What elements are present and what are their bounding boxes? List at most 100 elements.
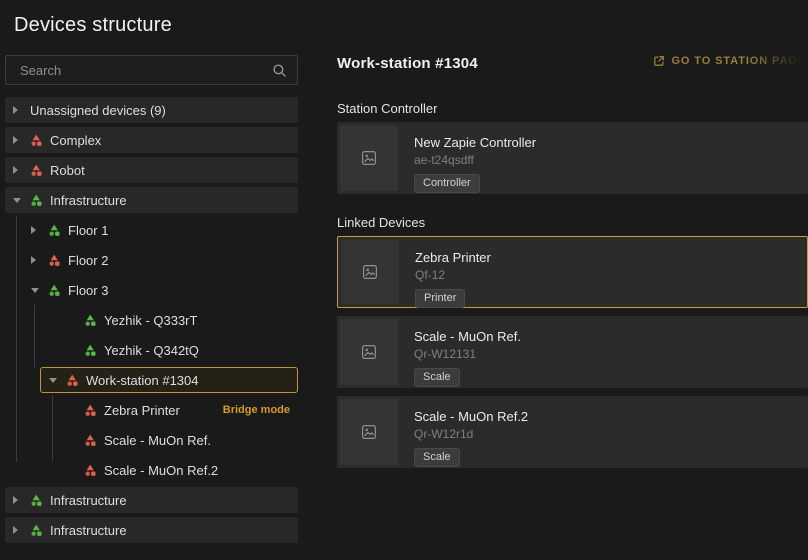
tree-item-infrastructure[interactable]: Infrastructure xyxy=(5,487,298,513)
chevron-down-icon[interactable] xyxy=(13,198,21,203)
tree-item-work-station-1304[interactable]: Work-station #1304 xyxy=(40,367,298,393)
device-type-badge: Scale xyxy=(414,368,460,387)
device-subtitle: Qr-W12131 xyxy=(414,347,476,361)
device-title: Scale - MuOn Ref. xyxy=(414,329,521,344)
detail-sections: Station ControllerNew Zapie Controllerae… xyxy=(337,101,808,468)
tree-item-robot[interactable]: Robot xyxy=(5,157,298,183)
chevron-right-icon[interactable] xyxy=(13,526,18,534)
device-cluster-icon xyxy=(48,284,61,297)
device-tree-panel: Unassigned devices (9) Complex Robot Infras… xyxy=(0,0,305,560)
chevron-right-icon[interactable] xyxy=(13,496,18,504)
chevron-right-icon[interactable] xyxy=(13,136,18,144)
chevron-down-icon[interactable] xyxy=(31,288,39,293)
chevron-right-icon[interactable] xyxy=(13,526,30,534)
tree-item-floor-1[interactable]: Floor 1 xyxy=(5,217,298,243)
search-input[interactable] xyxy=(20,63,272,78)
devices-structure-page: Devices structure Unassigned devices (9)… xyxy=(0,0,808,560)
image-placeholder-icon xyxy=(361,150,377,166)
tree-item-scale-muon-ref[interactable]: Scale - MuOn Ref. xyxy=(5,427,298,453)
device-cluster-icon xyxy=(30,134,43,147)
tree-item-zebra-printer[interactable]: Zebra PrinterBridge mode xyxy=(5,397,298,423)
chevron-right-icon[interactable] xyxy=(13,496,30,504)
station-detail-panel: Work-station #1304 GO TO STATION PAGE St… xyxy=(337,0,808,560)
device-subtitle: ae-t24qsdff xyxy=(414,153,474,167)
tree-item-label: Complex xyxy=(50,133,101,148)
device-thumbnail xyxy=(341,240,399,304)
tree-item-infrastructure[interactable]: Infrastructure xyxy=(5,517,298,543)
tree-item-label: Scale - MuOn Ref. xyxy=(104,433,211,448)
tree-item-label: Floor 2 xyxy=(68,253,108,268)
device-thumbnail xyxy=(340,399,398,465)
device-card-info: Zebra PrinterQf-12Printer xyxy=(399,240,491,304)
tree-item-infrastructure[interactable]: Infrastructure xyxy=(5,187,298,213)
device-card-info: New Zapie Controller ae-t24qsdff Controlle… xyxy=(398,125,536,191)
tree-item-label: Infrastructure xyxy=(50,193,127,208)
image-placeholder-icon xyxy=(361,344,377,360)
tree-item-label: Yezhik - Q333rT xyxy=(104,313,197,328)
card-list: Zebra PrinterQf-12Printer Scale - MuOn Re… xyxy=(337,236,808,468)
tree-item-label: Yezhik - Q342tQ xyxy=(104,343,199,358)
device-cluster-icon xyxy=(84,464,97,477)
tree-item-yezhik-q333rt[interactable]: Yezhik - Q333rT xyxy=(5,307,298,333)
image-placeholder-icon xyxy=(361,424,377,440)
search-box[interactable] xyxy=(5,55,298,85)
device-thumbnail xyxy=(340,319,398,385)
chevron-right-icon[interactable] xyxy=(13,106,18,114)
chevron-right-icon[interactable] xyxy=(31,256,48,264)
chevron-down-icon[interactable] xyxy=(13,198,30,203)
section-label-linked-devices: Linked Devices xyxy=(337,215,808,230)
tree-item-floor-2[interactable]: Floor 2 xyxy=(5,247,298,273)
device-tree: Unassigned devices (9) Complex Robot Infras… xyxy=(5,97,298,547)
external-link-icon xyxy=(653,55,665,67)
device-cluster-icon xyxy=(66,374,79,387)
device-type-badge: Controller xyxy=(414,174,480,193)
tree-item-scale-muon-ref-2[interactable]: Scale - MuOn Ref.2 xyxy=(5,457,298,483)
chevron-right-icon[interactable] xyxy=(13,166,18,174)
chevron-down-icon[interactable] xyxy=(49,378,66,383)
tree-item-label: Infrastructure xyxy=(50,493,127,508)
chevron-right-icon[interactable] xyxy=(31,226,48,234)
chevron-right-icon[interactable] xyxy=(31,256,36,264)
device-type-badge: Scale xyxy=(414,448,460,467)
image-placeholder-icon xyxy=(362,264,378,280)
card-list: New Zapie Controller ae-t24qsdff Controlle… xyxy=(337,122,808,194)
search-icon[interactable] xyxy=(272,63,287,78)
device-cluster-icon xyxy=(30,524,43,537)
tree-guide-line xyxy=(16,216,17,462)
chevron-down-icon[interactable] xyxy=(31,288,48,293)
tree-item-label: Robot xyxy=(50,163,85,178)
tree-item-unassigned-devices-9[interactable]: Unassigned devices (9) xyxy=(5,97,298,123)
device-cluster-icon xyxy=(30,164,43,177)
chevron-down-icon[interactable] xyxy=(49,378,57,383)
tree-item-floor-3[interactable]: Floor 3 xyxy=(5,277,298,303)
tree-item-label: Infrastructure xyxy=(50,523,127,538)
device-title: Zebra Printer xyxy=(415,250,491,265)
device-card-new-zapie-controller[interactable]: New Zapie Controller ae-t24qsdff Controlle… xyxy=(337,122,808,194)
tree-item-label: Work-station #1304 xyxy=(86,373,199,388)
tree-item-label: Scale - MuOn Ref.2 xyxy=(104,463,218,478)
detail-header: Work-station #1304 GO TO STATION PAGE xyxy=(337,55,808,72)
device-cluster-icon xyxy=(84,314,97,327)
device-title: New Zapie Controller xyxy=(414,135,536,150)
tree-item-yezhik-q342tq[interactable]: Yezhik - Q342tQ xyxy=(5,337,298,363)
go-to-station-link[interactable]: GO TO STATION PAGE xyxy=(653,55,808,67)
device-card-scale-muon-ref[interactable]: Scale - MuOn Ref. Qr-W12131 Scale xyxy=(337,316,808,388)
device-cluster-icon xyxy=(30,194,43,207)
device-subtitle: Qr-W12r1d xyxy=(414,427,473,441)
device-thumbnail xyxy=(340,125,398,191)
bridge-mode-tag: Bridge mode xyxy=(223,404,298,416)
chevron-right-icon[interactable] xyxy=(13,106,30,114)
device-cluster-icon xyxy=(48,224,61,237)
chevron-right-icon[interactable] xyxy=(31,226,36,234)
device-type-badge: Printer xyxy=(415,289,465,308)
tree-item-label: Floor 1 xyxy=(68,223,108,238)
station-title: Work-station #1304 xyxy=(337,55,478,72)
device-card-zebra-printer[interactable]: Zebra PrinterQf-12Printer xyxy=(337,236,808,308)
device-card-scale-muon-ref-2[interactable]: Scale - MuOn Ref.2Qr-W12r1dScale xyxy=(337,396,808,468)
tree-item-complex[interactable]: Complex xyxy=(5,127,298,153)
chevron-right-icon[interactable] xyxy=(13,166,30,174)
device-cluster-icon xyxy=(84,434,97,447)
chevron-right-icon[interactable] xyxy=(13,136,30,144)
device-cluster-icon xyxy=(30,494,43,507)
device-card-info: Scale - MuOn Ref. Qr-W12131 Scale xyxy=(398,319,521,385)
